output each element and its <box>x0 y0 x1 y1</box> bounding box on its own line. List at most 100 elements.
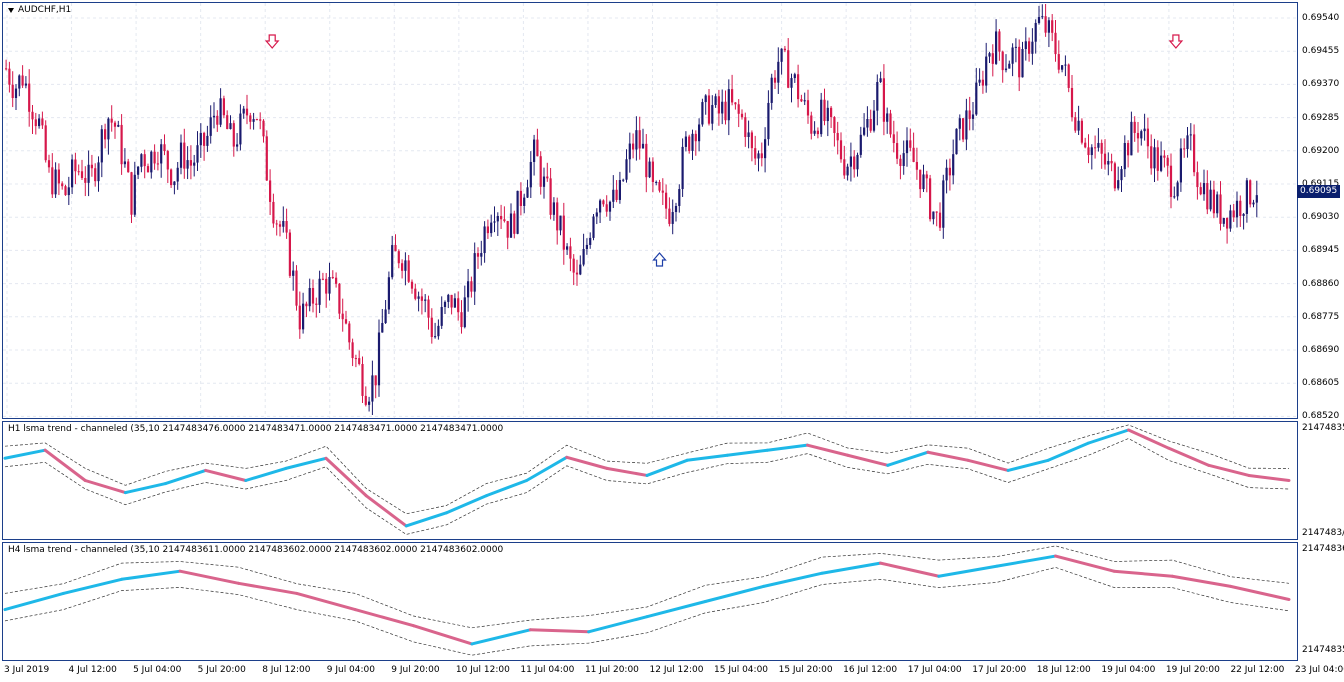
candle-body <box>896 143 899 159</box>
candle-body <box>104 129 107 140</box>
candle-body <box>948 167 951 176</box>
candle-body <box>341 313 344 320</box>
time-axis-label: 19 Jul 20:00 <box>1165 665 1220 675</box>
candle-body <box>335 277 338 284</box>
trend-down-segment <box>806 443 850 457</box>
indicator-h4-pane[interactable]: H4 lsma trend - channeled (35,10 2147483… <box>2 542 1298 661</box>
candle-body <box>711 105 714 124</box>
candle-body <box>156 163 159 165</box>
candle-body <box>1216 194 1219 214</box>
down-arrow-icon <box>1168 34 1184 49</box>
candle-body <box>1173 196 1176 198</box>
candle-body <box>1001 51 1004 71</box>
candle-body <box>912 147 915 162</box>
candle-body <box>1117 180 1120 189</box>
candle-body <box>958 118 961 129</box>
price-axis-label: 0.68605 <box>1302 378 1340 389</box>
price-axis-label: 0.69455 <box>1302 46 1340 57</box>
trend-down-segment <box>1167 446 1211 467</box>
candle-body <box>1143 128 1146 132</box>
candle-body <box>523 197 526 206</box>
candle-body <box>14 88 18 99</box>
candle-body <box>467 281 470 298</box>
chart-title[interactable]: AUDCHF,H1 <box>8 5 71 15</box>
candle-body <box>760 153 763 159</box>
candle-body <box>245 108 249 116</box>
candle-body <box>1199 187 1202 195</box>
candle-body <box>127 161 130 173</box>
candle-body <box>1212 189 1215 214</box>
candle-body <box>67 187 70 196</box>
candle-body <box>242 108 245 114</box>
candle-body <box>830 107 833 118</box>
time-axis-label: 5 Jul 04:00 <box>133 665 182 675</box>
channel-lower-line <box>4 438 1290 535</box>
candle-body <box>1067 64 1070 88</box>
candle-body <box>856 154 859 170</box>
trend-down-segment <box>846 453 890 467</box>
candle-body <box>113 122 117 127</box>
candle-body <box>490 222 493 234</box>
time-axis-label: 19 Jul 04:00 <box>1101 665 1156 675</box>
price-axis[interactable]: 0.69540 0.69455 0.69370 0.69285 0.69200 0.691… <box>1300 2 1344 421</box>
candle-body <box>536 139 539 157</box>
trend-up-segment <box>120 569 182 581</box>
candle-body <box>298 305 301 330</box>
candle-body <box>1130 121 1133 156</box>
candle-body <box>684 136 687 147</box>
candle-body <box>5 68 8 70</box>
candle-body <box>915 161 918 170</box>
candle-body <box>823 99 826 122</box>
axis-label: 21474835 <box>1302 645 1344 655</box>
candle-body <box>793 74 796 79</box>
candle-body <box>833 117 836 133</box>
trend-down-segment <box>178 569 240 585</box>
candle-body <box>509 213 513 238</box>
candle-body <box>1163 155 1166 158</box>
trend-up-segment <box>725 448 769 457</box>
candle-body <box>331 276 334 278</box>
candle-body <box>1120 169 1123 181</box>
candle-body <box>364 395 367 405</box>
trend-up-segment <box>244 466 288 482</box>
time-axis[interactable]: 3 Jul 2019 4 Jul 12:00 5 Jul 04:00 5 Jul 20… <box>0 662 1344 682</box>
candle-body <box>295 270 298 306</box>
price-chart-pane[interactable]: AUDCHF,H1 <box>2 2 1298 419</box>
candle-body <box>1057 54 1060 70</box>
candle-body <box>348 323 351 343</box>
indicator-h1-pane[interactable]: H1 lsma trend - channeled (35,10 2147483… <box>2 421 1298 540</box>
candle-body <box>1176 182 1179 197</box>
candle-body <box>1146 128 1149 147</box>
candle-body <box>1252 202 1255 205</box>
candle-body <box>28 83 31 112</box>
candle-body <box>909 140 912 148</box>
candle-body <box>232 123 235 147</box>
candle-body <box>196 145 199 163</box>
axis-label: 21474836 <box>1302 544 1344 554</box>
candle-body <box>754 148 757 159</box>
candle-body <box>450 294 453 308</box>
candle-body <box>315 303 318 305</box>
candle-body <box>638 130 641 149</box>
candle-body <box>401 263 404 271</box>
candle-body <box>1041 16 1044 18</box>
candle-body <box>1156 147 1159 171</box>
time-axis-label: 9 Jul 04:00 <box>326 665 375 675</box>
candle-body <box>1100 142 1103 154</box>
time-axis-label: 17 Jul 04:00 <box>907 665 962 675</box>
candle-body <box>64 186 67 196</box>
candle-body <box>955 128 958 155</box>
candle-body <box>387 277 390 310</box>
trend-up-segment <box>444 494 488 515</box>
candle-body <box>1090 147 1093 156</box>
candle-body <box>1239 200 1242 216</box>
trend-up-segment <box>762 571 824 588</box>
candle-body <box>107 118 110 140</box>
candle-body <box>767 102 770 140</box>
candle-body <box>608 201 612 212</box>
candle-body <box>552 202 555 215</box>
trend-up-segment <box>587 615 649 634</box>
candle-body <box>275 223 278 225</box>
candle-body <box>453 298 456 308</box>
candle-body <box>803 100 806 102</box>
